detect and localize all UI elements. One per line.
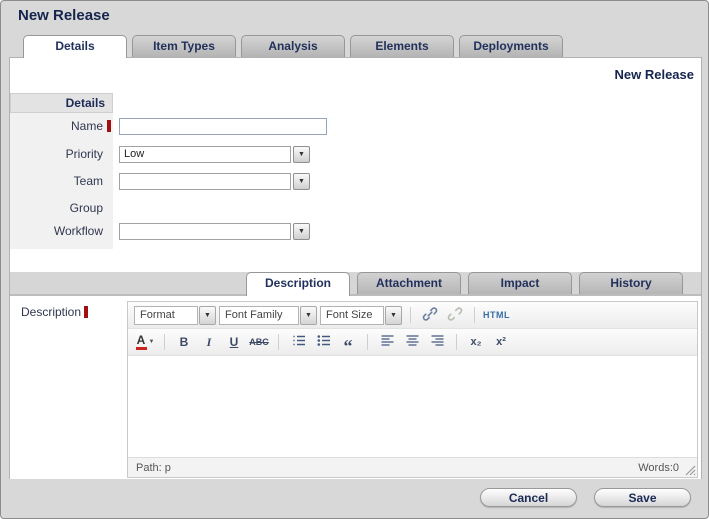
required-marker [84,306,88,318]
format-dropdown[interactable]: Format ▼ [134,306,216,325]
align-center-button[interactable] [401,332,423,352]
name-label: Name [10,119,106,133]
italic-button[interactable]: I [198,332,220,352]
tab-history[interactable]: History [579,272,683,294]
editor-toolbar-row2: A ▼ B I U ABC “ [128,329,697,356]
editor-content-area[interactable] [128,356,697,457]
priority-select[interactable]: Low ▼ [119,146,310,163]
toolbar-separator [367,334,368,350]
blockquote-button[interactable]: “ [337,332,359,352]
footer-action-bar: Cancel Save [1,477,708,518]
toolbar-separator [410,307,411,323]
chevron-down-icon[interactable]: ▼ [199,306,216,325]
font-color-button[interactable]: A ▼ [134,332,156,352]
required-marker [107,120,111,132]
align-left-icon [380,333,395,351]
team-select[interactable]: ▼ [119,173,310,190]
chevron-down-icon[interactable]: ▼ [293,146,310,163]
font-color-icon: A [136,334,147,350]
field-row-team: Team ▼ [10,171,310,191]
insert-link-button[interactable] [419,305,441,325]
tab-impact[interactable]: Impact [468,272,572,294]
tab-attachment[interactable]: Attachment [357,272,461,294]
main-tab-bar: Details Item Types Analysis Elements Dep… [23,35,563,58]
remove-link-button[interactable] [444,305,466,325]
tab-deployments[interactable]: Deployments [459,35,563,57]
team-select-value[interactable] [119,173,291,190]
chevron-down-icon[interactable]: ▼ [293,223,310,240]
new-release-window: New Release Details Item Types Analysis … [0,0,709,519]
page-title: New Release [18,7,110,24]
chevron-down-icon[interactable]: ▼ [293,173,310,190]
save-button[interactable]: Save [594,488,691,507]
content-heading: New Release [615,67,695,82]
workflow-select-value[interactable] [119,223,291,240]
ordered-list-button[interactable] [287,332,309,352]
align-center-icon [405,333,420,351]
workflow-select[interactable]: ▼ [119,223,310,240]
bullet-list-button[interactable] [312,332,334,352]
toolbar-separator [456,334,457,350]
tab-description[interactable]: Description [246,272,350,296]
details-section-header: Details [10,93,113,113]
chevron-down-icon: ▼ [149,339,155,345]
tab-elements[interactable]: Elements [350,35,454,57]
description-label: Description [21,305,83,319]
align-left-button[interactable] [376,332,398,352]
html-source-button[interactable]: HTML [483,310,510,320]
content-panel: New Release Details Name Priority Low ▼ … [9,57,702,479]
bold-button[interactable]: B [173,332,195,352]
chevron-down-icon[interactable]: ▼ [300,306,317,325]
align-right-icon [430,333,445,351]
description-field-label: Description [21,305,88,319]
strikethrough-button[interactable]: ABC [248,332,270,352]
group-label: Group [10,201,106,215]
font-size-dropdown[interactable]: Font Size ▼ [320,306,402,325]
editor-path-status: Path: p [136,462,171,474]
editor-word-count: Words:0 [638,462,679,474]
field-row-group: Group [10,198,106,218]
workflow-label: Workflow [10,224,106,238]
tab-analysis[interactable]: Analysis [241,35,345,57]
bullet-list-icon [316,333,331,351]
superscript-button[interactable]: x² [490,332,512,352]
toolbar-separator [278,334,279,350]
tab-details[interactable]: Details [23,35,127,58]
align-right-button[interactable] [426,332,448,352]
font-family-dropdown-value[interactable]: Font Family [219,306,299,325]
format-dropdown-value[interactable]: Format [134,306,198,325]
resize-grip[interactable] [685,465,696,476]
name-input[interactable] [119,118,327,135]
underline-button[interactable]: U [223,332,245,352]
editor-status-bar: Path: p Words:0 [128,457,697,477]
team-label: Team [10,174,106,188]
toolbar-separator [164,334,165,350]
cancel-button[interactable]: Cancel [480,488,577,507]
numbered-list-icon [291,333,306,351]
subscript-button[interactable]: x₂ [465,332,487,352]
field-row-workflow: Workflow ▼ [10,221,310,241]
rich-text-editor: Format ▼ Font Family ▼ Font Size ▼ [127,301,698,478]
unlink-icon [447,306,463,325]
font-size-dropdown-value[interactable]: Font Size [320,306,384,325]
priority-select-value[interactable]: Low [119,146,291,163]
font-family-dropdown[interactable]: Font Family ▼ [219,306,317,325]
link-icon [422,306,438,325]
field-row-name: Name [10,116,327,136]
toolbar-separator [474,307,475,323]
editor-toolbar-row1: Format ▼ Font Family ▼ Font Size ▼ [128,302,697,329]
tab-item-types[interactable]: Item Types [132,35,236,57]
priority-label: Priority [10,147,106,161]
field-row-priority: Priority Low ▼ [10,144,310,164]
sub-tab-bar: Description Attachment Impact History [10,272,701,296]
chevron-down-icon[interactable]: ▼ [385,306,402,325]
